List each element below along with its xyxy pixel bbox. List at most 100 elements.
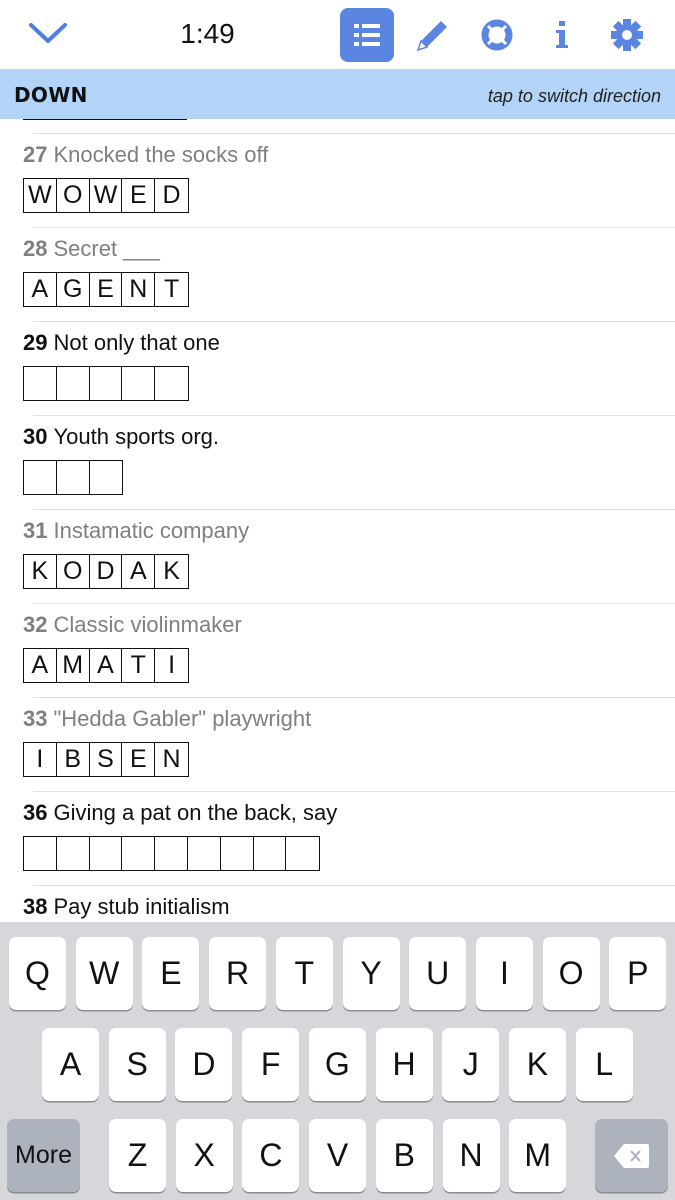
key-e[interactable]: E	[142, 937, 200, 1010]
help-button[interactable]	[470, 8, 524, 62]
answer-cell[interactable]: K	[155, 555, 188, 588]
answer-cell[interactable]: E	[90, 273, 123, 306]
key-n[interactable]: N	[442, 1119, 500, 1192]
clue-list[interactable]: 27 Knocked the socks off W O W E D 28 Secret ___…	[0, 119, 675, 922]
answer-cell[interactable]: I	[24, 743, 57, 776]
answer-cell[interactable]: A	[24, 649, 57, 682]
divider	[33, 509, 675, 510]
answer-boxes[interactable]	[23, 460, 124, 495]
key-m[interactable]: M	[509, 1119, 567, 1192]
answer-cell[interactable]: W	[90, 179, 123, 212]
answer-boxes[interactable]: WOWED	[23, 178, 189, 213]
answer-boxes[interactable]: AMATI	[23, 648, 189, 683]
answer-boxes[interactable]	[23, 836, 321, 871]
answer-cell[interactable]	[24, 837, 57, 870]
key-i[interactable]: I	[475, 937, 533, 1010]
key-r[interactable]: R	[209, 937, 267, 1010]
key-p[interactable]: P	[609, 937, 667, 1010]
clue-item[interactable]: 31 Instamatic company K O D A K	[0, 509, 675, 603]
key-d[interactable]: D	[175, 1028, 233, 1101]
clue-item[interactable]: 32 Classic violinmaker A M A T I	[0, 603, 675, 697]
clue-number: 32	[23, 612, 48, 637]
answer-cell[interactable]	[188, 837, 221, 870]
key-q[interactable]: Q	[9, 937, 66, 1010]
clue-item[interactable]: 38 Pay stub initialism	[0, 885, 675, 922]
answer-cell[interactable]: I	[155, 649, 188, 682]
answer-cell[interactable]: A	[122, 555, 156, 588]
key-l[interactable]: L	[575, 1028, 633, 1101]
clue-item[interactable]: 36 Giving a pat on the back, say	[0, 791, 675, 885]
answer-boxes[interactable]: IBSEN	[23, 742, 189, 777]
key-c[interactable]: C	[242, 1119, 300, 1192]
answer-cell[interactable]	[254, 837, 287, 870]
answer-cell[interactable]: N	[122, 273, 156, 306]
answer-cell[interactable]	[155, 367, 188, 400]
clue-item[interactable]: 27 Knocked the socks off W O W E D	[0, 133, 675, 227]
answer-cell[interactable]	[221, 837, 254, 870]
clue-item[interactable]: 30 Youth sports org.	[0, 415, 675, 509]
pencil-button[interactable]	[405, 8, 459, 62]
settings-button[interactable]	[600, 8, 654, 62]
answer-cell[interactable]	[155, 837, 188, 870]
key-z[interactable]: Z	[109, 1119, 166, 1192]
key-f[interactable]: F	[242, 1028, 300, 1101]
answer-cell[interactable]	[57, 837, 90, 870]
answer-boxes[interactable]: AGENT	[23, 272, 189, 307]
answer-cell[interactable]	[57, 461, 90, 494]
key-g[interactable]: G	[308, 1028, 366, 1101]
answer-cell[interactable]: A	[90, 649, 123, 682]
key-v[interactable]: V	[309, 1119, 367, 1192]
answer-cell[interactable]	[286, 837, 319, 870]
clue-label: Knocked the socks off	[53, 142, 269, 167]
key-u[interactable]: U	[409, 937, 467, 1010]
key-x[interactable]: X	[175, 1119, 233, 1192]
answer-cell[interactable]: W	[24, 179, 57, 212]
answer-cell[interactable]: T	[122, 649, 156, 682]
answer-cell[interactable]: E	[122, 743, 156, 776]
key-h[interactable]: H	[375, 1028, 433, 1101]
clue-item[interactable]: 33 "Hedda Gabler" playwright I B S E N	[0, 697, 675, 791]
answer-cell[interactable]	[90, 837, 123, 870]
key-y[interactable]: Y	[342, 937, 400, 1010]
answer-cell[interactable]: E	[122, 179, 156, 212]
answer-cell[interactable]: K	[24, 555, 57, 588]
chevron-down-icon[interactable]	[28, 16, 68, 52]
key-s[interactable]: S	[108, 1028, 166, 1101]
info-button[interactable]	[535, 8, 589, 62]
key-b[interactable]: B	[375, 1119, 433, 1192]
clue-item[interactable]: 29 Not only that one	[0, 321, 675, 415]
answer-cell[interactable]: A	[24, 273, 57, 306]
answer-boxes[interactable]	[23, 366, 189, 401]
answer-cell[interactable]: B	[57, 743, 90, 776]
key-j[interactable]: J	[442, 1028, 500, 1101]
answer-cell[interactable]: S	[90, 743, 123, 776]
answer-cell[interactable]	[122, 367, 156, 400]
answer-cell[interactable]: O	[57, 555, 90, 588]
answer-cell[interactable]: T	[155, 273, 188, 306]
answer-cell[interactable]: N	[155, 743, 188, 776]
answer-cell[interactable]	[90, 367, 123, 400]
answer-cell[interactable]: M	[57, 649, 90, 682]
answer-cell[interactable]	[122, 837, 156, 870]
answer-cell[interactable]: G	[57, 273, 90, 306]
key-k[interactable]: K	[508, 1028, 566, 1101]
answer-cell[interactable]: D	[90, 555, 123, 588]
backspace-key[interactable]	[595, 1119, 668, 1192]
answer-cell[interactable]	[24, 461, 57, 494]
more-key[interactable]: More	[7, 1119, 80, 1192]
clue-item[interactable]: 28 Secret ___ A G E N T	[0, 227, 675, 321]
clue-label: "Hedda Gabler" playwright	[53, 706, 312, 731]
clue-text: 30 Youth sports org.	[23, 424, 219, 450]
answer-cell[interactable]: O	[57, 179, 90, 212]
key-o[interactable]: O	[542, 937, 600, 1010]
answer-boxes[interactable]: KODAK	[23, 554, 189, 589]
direction-bar[interactable]: DOWN tap to switch direction	[0, 69, 675, 119]
answer-cell[interactable]	[90, 461, 123, 494]
key-w[interactable]: W	[75, 937, 133, 1010]
answer-cell[interactable]	[24, 367, 57, 400]
answer-cell[interactable]: D	[155, 179, 188, 212]
key-t[interactable]: T	[275, 937, 333, 1010]
key-a[interactable]: A	[42, 1028, 99, 1101]
clue-list-button[interactable]	[340, 8, 394, 62]
answer-cell[interactable]	[57, 367, 90, 400]
